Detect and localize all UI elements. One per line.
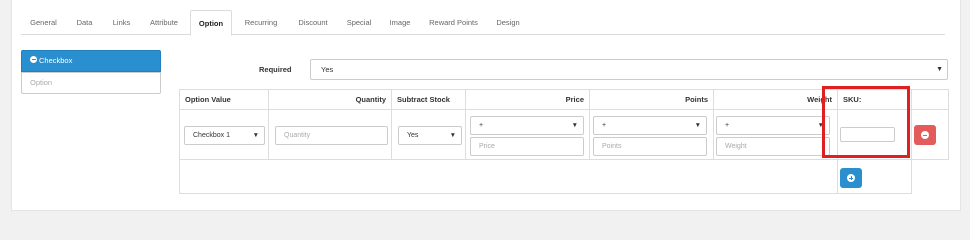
tab-recurring[interactable]: Recurring xyxy=(234,10,288,35)
points-input[interactable]: Points xyxy=(593,137,707,156)
option-autocomplete-input[interactable]: Option xyxy=(21,72,161,94)
header-points: Points xyxy=(589,89,714,110)
tab-attribute[interactable]: Attribute xyxy=(140,10,188,35)
subtract-stock-select[interactable]: Yes ▼ xyxy=(398,126,462,145)
subtract-stock-value: Yes xyxy=(407,132,419,139)
points-prefix-select[interactable]: + ▼ xyxy=(593,116,707,135)
quantity-input[interactable]: Quantity xyxy=(275,126,388,145)
weight-input[interactable]: Weight xyxy=(716,137,830,156)
option-list-item-label: Checkbox xyxy=(39,56,73,65)
weight-prefix-select[interactable]: + ▼ xyxy=(716,116,830,135)
required-select[interactable]: Yes ▼ xyxy=(310,59,948,80)
tab-image[interactable]: Image xyxy=(380,10,420,35)
add-option-value-button[interactable] xyxy=(840,168,862,188)
tab-option[interactable]: Option xyxy=(190,10,232,36)
caret-down-icon: ▼ xyxy=(936,66,943,73)
caret-down-icon: ▼ xyxy=(694,122,701,129)
header-quantity: Quantity xyxy=(268,89,392,110)
remove-circle-icon[interactable] xyxy=(30,56,37,63)
option-value-select[interactable]: Checkbox 1 ▼ xyxy=(184,126,265,145)
tab-reward-points[interactable]: Reward Points xyxy=(420,10,487,35)
points-prefix-value: + xyxy=(602,122,607,129)
caret-down-icon: ▼ xyxy=(449,132,456,139)
price-input[interactable]: Price xyxy=(470,137,584,156)
tab-special[interactable]: Special xyxy=(338,10,380,35)
header-subtract-stock: Subtract Stock xyxy=(391,89,466,110)
tab-links[interactable]: Links xyxy=(103,10,140,35)
price-prefix-value: + xyxy=(479,122,484,129)
header-option-value: Option Value xyxy=(179,89,269,110)
option-list-item-checkbox[interactable]: Checkbox xyxy=(21,50,161,72)
weight-prefix-value: + xyxy=(725,122,730,129)
header-action xyxy=(911,89,949,110)
price-prefix-select[interactable]: + ▼ xyxy=(470,116,584,135)
sku-highlight-box xyxy=(822,86,910,158)
required-label: Required xyxy=(259,65,292,74)
caret-down-icon: ▼ xyxy=(571,122,578,129)
tab-general[interactable]: General xyxy=(21,10,66,35)
option-value-select-value: Checkbox 1 xyxy=(193,132,230,139)
tab-bar: General Data Links Attribute Option Recu… xyxy=(21,10,945,36)
remove-option-value-button[interactable] xyxy=(914,125,936,145)
header-weight: Weight xyxy=(713,89,838,110)
required-select-value: Yes xyxy=(321,65,334,74)
tab-data[interactable]: Data xyxy=(66,10,103,35)
caret-down-icon: ▼ xyxy=(252,132,259,139)
tab-discount[interactable]: Discount xyxy=(288,10,338,35)
header-price: Price xyxy=(465,89,590,110)
table-footer-row xyxy=(179,159,949,194)
plus-circle-icon xyxy=(847,174,855,182)
tab-design[interactable]: Design xyxy=(487,10,529,35)
minus-circle-icon xyxy=(921,131,929,139)
